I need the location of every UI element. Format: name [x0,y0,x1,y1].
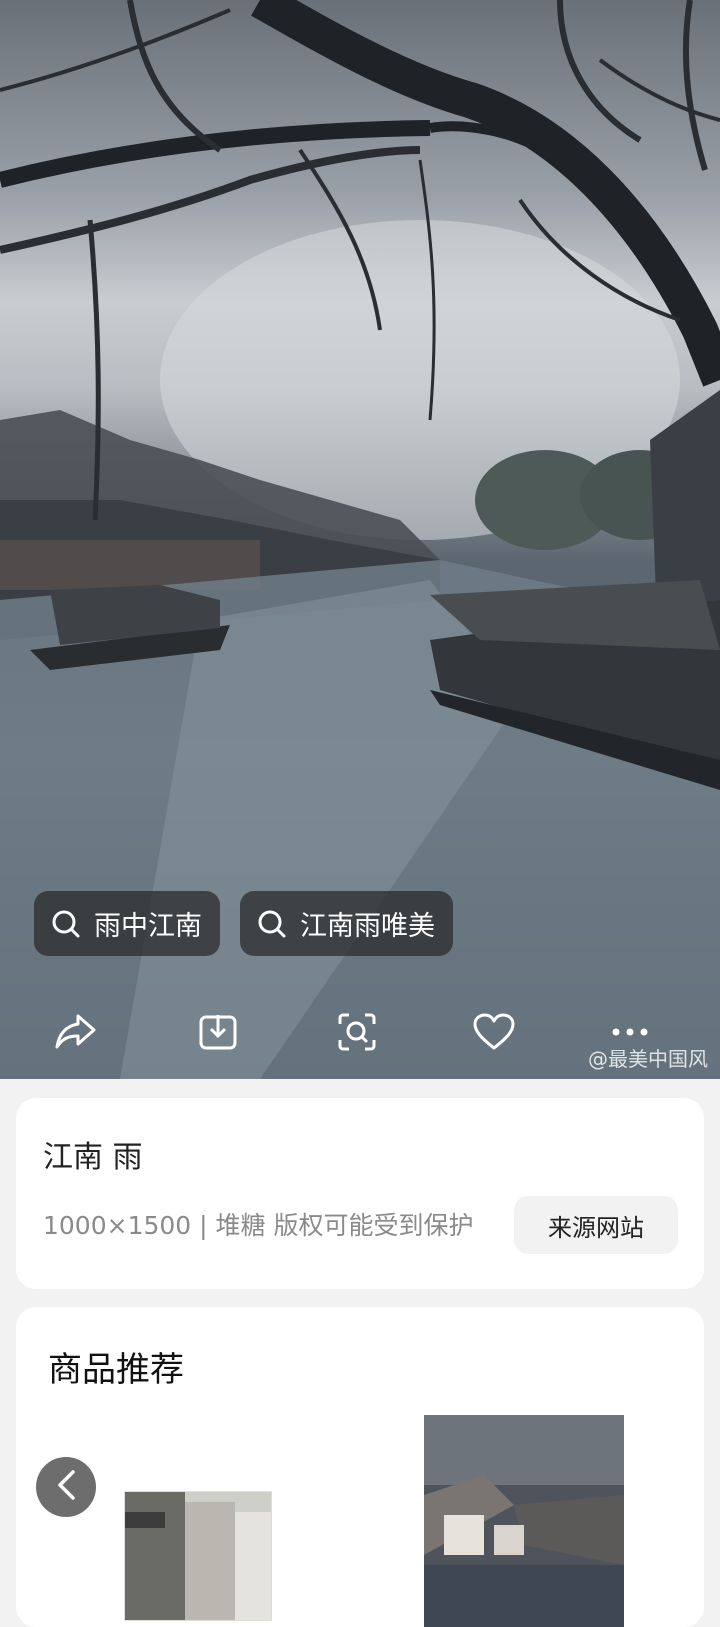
share-icon[interactable] [52,1008,100,1056]
product-thumbnail[interactable] [124,1491,272,1621]
product-recommendations: 商品推荐 [16,1307,704,1627]
source-website-button[interactable]: 来源网站 [514,1196,678,1254]
product-thumbnail[interactable] [424,1415,624,1627]
image-watermark: @最美中国风 [588,1047,708,1071]
search-icon [50,908,82,940]
visual-search-icon[interactable] [333,1008,381,1056]
main-image[interactable]: 雨中江南 江南雨唯美 @最美中国风 [0,0,720,1079]
tag-label: 江南雨唯美 [300,911,435,942]
section-heading: 商品推荐 [48,1350,184,1390]
image-title: 江南 雨 [43,1140,143,1175]
heart-icon[interactable] [470,1008,518,1056]
back-button[interactable] [36,1457,96,1517]
image-meta: 1000×1500 | 堆糖 版权可能受到保护 [43,1211,474,1240]
search-icon [256,908,288,940]
image-info-card: 江南 雨 1000×1500 | 堆糖 版权可能受到保护 来源网站 [16,1098,704,1289]
tag-chip[interactable]: 雨中江南 [34,891,220,956]
download-icon[interactable] [194,1008,242,1056]
tag-chip[interactable]: 江南雨唯美 [240,891,453,956]
chevron-left-icon [55,1469,77,1505]
tag-label: 雨中江南 [94,911,202,942]
related-search-tags: 雨中江南 江南雨唯美 [34,891,453,956]
